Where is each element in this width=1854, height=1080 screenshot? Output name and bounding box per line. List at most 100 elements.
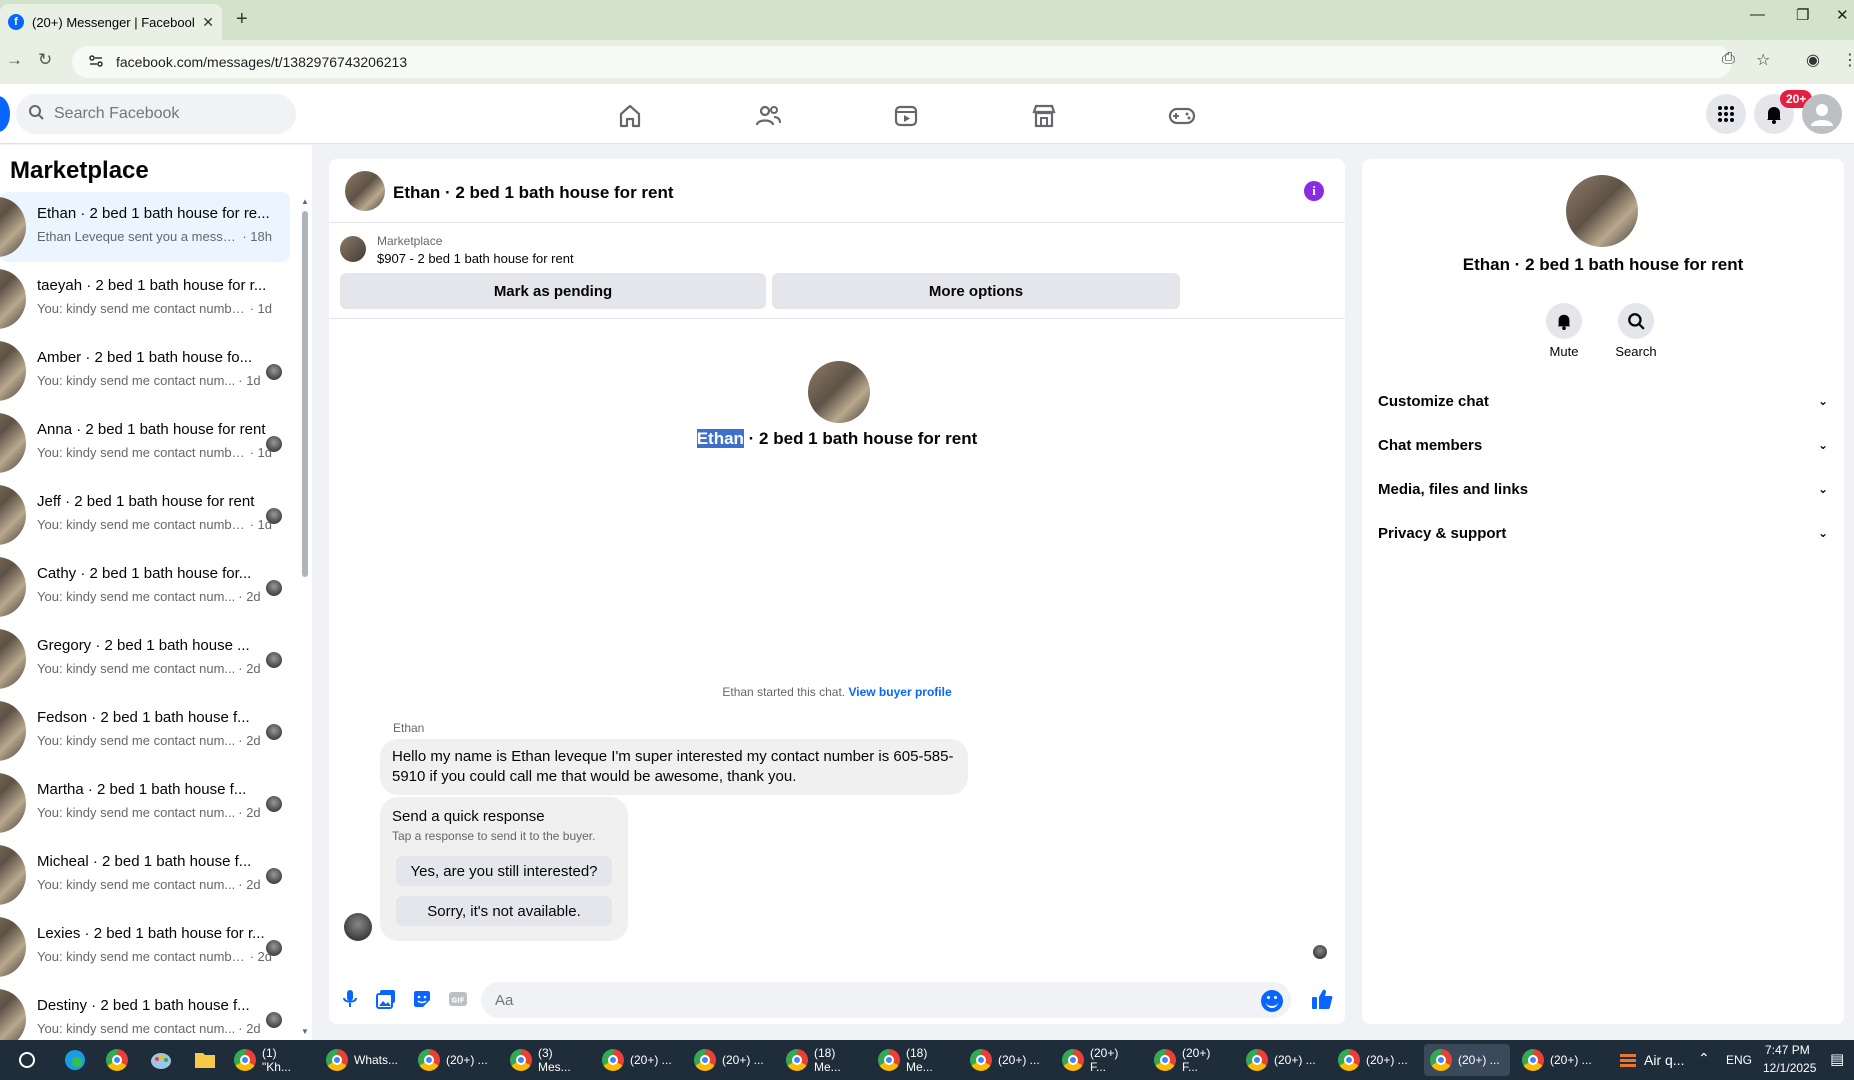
details-avatar[interactable] bbox=[1566, 175, 1638, 247]
mark-as-pending-button[interactable]: Mark as pending bbox=[340, 273, 766, 309]
customize-chat-section[interactable]: Customize chat ⌄ bbox=[1378, 381, 1828, 421]
home-nav-icon[interactable] bbox=[575, 96, 685, 136]
weather-widget[interactable]: Air q... bbox=[1612, 1044, 1690, 1076]
scroll-thumb[interactable] bbox=[302, 211, 308, 577]
scroll-down-icon[interactable]: ▼ bbox=[301, 1027, 309, 1036]
minimize-icon[interactable]: — bbox=[1750, 6, 1765, 23]
gif-icon[interactable]: GIF bbox=[447, 988, 469, 1010]
account-avatar[interactable] bbox=[1802, 94, 1842, 134]
sidebar-scrollbar[interactable]: ▲ ▼ bbox=[301, 197, 309, 1037]
install-app-icon[interactable]: ⎙ bbox=[1722, 50, 1735, 68]
site-settings-icon[interactable] bbox=[88, 53, 104, 72]
message-input[interactable] bbox=[481, 982, 1291, 1018]
close-window-icon[interactable]: ✕ bbox=[1836, 6, 1849, 24]
search-input[interactable] bbox=[54, 105, 274, 123]
listing-title[interactable]: $907 - 2 bed 1 bath house for rent bbox=[377, 251, 574, 266]
browser-tab[interactable]: f (20+) Messenger | Facebook ✕ bbox=[0, 4, 222, 40]
conversation-item[interactable]: Martha · 2 bed 1 bath house f... You: kin… bbox=[0, 768, 290, 838]
gaming-nav-icon[interactable] bbox=[1127, 96, 1237, 136]
scroll-up-icon[interactable]: ▲ bbox=[301, 197, 309, 206]
file-explorer-icon[interactable] bbox=[188, 1044, 222, 1076]
conversation-item[interactable]: Fedson · 2 bed 1 bath house f... You: kin… bbox=[0, 696, 290, 766]
conversation-item[interactable]: Destiny · 2 bed 1 bath house f... You: ki… bbox=[0, 984, 290, 1040]
conversation-item[interactable]: taeyah · 2 bed 1 bath house for r... You:… bbox=[0, 264, 290, 334]
taskbar-window-button[interactable]: (20+) ... bbox=[1240, 1044, 1326, 1076]
facebook-logo-icon[interactable] bbox=[0, 96, 10, 132]
profile-icon[interactable]: ◉ bbox=[1806, 50, 1820, 70]
omnibox[interactable]: facebook.com/messages/t/1382976743206213 bbox=[72, 46, 1732, 78]
taskbar-window-button[interactable]: (18) Me... bbox=[872, 1044, 958, 1076]
conversation-item[interactable]: Gregory · 2 bed 1 bath house ... You: kin… bbox=[0, 624, 290, 694]
chrome-logo-icon bbox=[326, 1049, 348, 1071]
section-label: Privacy & support bbox=[1378, 524, 1507, 542]
conversation-avatar bbox=[0, 557, 26, 617]
forward-icon[interactable]: → bbox=[6, 50, 23, 70]
tray-expand-icon[interactable]: ⌃ bbox=[1698, 1050, 1710, 1067]
clock-date[interactable]: 12/1/2025 bbox=[1763, 1061, 1816, 1075]
preview-text: You: kindy send me contact numbe... bbox=[37, 949, 247, 964]
video-nav-icon[interactable] bbox=[851, 96, 961, 136]
conversation-item[interactable]: Amber · 2 bed 1 bath house fo... You: kin… bbox=[0, 336, 290, 406]
chat-started-note: Ethan started this chat. View buyer prof… bbox=[329, 685, 1345, 699]
marketplace-nav-icon[interactable] bbox=[989, 96, 1099, 136]
taskbar-window-button[interactable]: (20+) ... bbox=[412, 1044, 498, 1076]
sticker-icon[interactable] bbox=[411, 988, 433, 1010]
close-tab-icon[interactable]: ✕ bbox=[202, 14, 214, 31]
conversation-item[interactable]: Lexies · 2 bed 1 bath house for r... You:… bbox=[0, 912, 290, 982]
conversation-item[interactable]: Ethan · 2 bed 1 bath house for re... Etha… bbox=[0, 192, 290, 262]
view-buyer-profile-link[interactable]: View buyer profile bbox=[848, 685, 951, 699]
taskbar-window-button[interactable]: (18) Me... bbox=[780, 1044, 866, 1076]
search-in-conversation-button[interactable]: Search bbox=[1606, 303, 1666, 359]
info-icon[interactable]: i bbox=[1304, 181, 1324, 201]
privacy-support-section[interactable]: Privacy & support ⌄ bbox=[1378, 513, 1828, 553]
chat-members-section[interactable]: Chat members ⌄ bbox=[1378, 425, 1828, 465]
edge-icon[interactable] bbox=[58, 1044, 92, 1076]
clock-time[interactable]: 7:47 PM bbox=[1765, 1043, 1810, 1057]
notification-center-icon[interactable]: ▤ bbox=[1830, 1050, 1844, 1068]
browser-menu-icon[interactable]: ⋮ bbox=[1842, 50, 1854, 70]
bookmark-star-icon[interactable]: ☆ bbox=[1756, 50, 1770, 70]
conversation-item[interactable]: Anna · 2 bed 1 bath house for rent You: k… bbox=[0, 408, 290, 478]
thumbs-up-icon[interactable] bbox=[1311, 988, 1333, 1010]
chat-title[interactable]: Ethan · 2 bed 1 bath house for rent bbox=[393, 183, 674, 203]
chat-avatar[interactable] bbox=[345, 171, 385, 211]
new-tab-icon[interactable]: + bbox=[236, 8, 248, 31]
microphone-icon[interactable] bbox=[339, 988, 361, 1010]
more-options-button[interactable]: More options bbox=[772, 273, 1180, 309]
media-files-links-section[interactable]: Media, files and links ⌄ bbox=[1378, 469, 1828, 509]
photo-icon[interactable] bbox=[375, 988, 397, 1010]
reload-icon[interactable]: ↻ bbox=[38, 50, 52, 70]
conversation-avatar[interactable] bbox=[808, 361, 870, 423]
taskbar-window-button[interactable]: (20+) ... bbox=[688, 1044, 774, 1076]
taskbar-window-button[interactable]: (20+) ... bbox=[596, 1044, 682, 1076]
listing-thumbnail[interactable] bbox=[340, 236, 366, 262]
sender-avatar[interactable] bbox=[344, 913, 372, 941]
message-bubble[interactable]: Hello my name is Ethan leveque I'm super… bbox=[380, 739, 968, 795]
quick-reply-unavailable-button[interactable]: Sorry, it's not available. bbox=[396, 896, 612, 926]
windows-taskbar: (1) "Kh... Whats... (20+) ... (3) Mes... (20… bbox=[0, 1040, 1854, 1080]
menu-grid-icon[interactable] bbox=[1706, 94, 1746, 134]
url-text[interactable]: facebook.com/messages/t/1382976743206213 bbox=[116, 54, 407, 70]
language-indicator[interactable]: ENG bbox=[1726, 1053, 1752, 1067]
emoji-icon[interactable] bbox=[1261, 990, 1283, 1012]
conversation-item[interactable]: Jeff · 2 bed 1 bath house for rent You: k… bbox=[0, 480, 290, 550]
taskbar-window-button[interactable]: Whats... bbox=[320, 1044, 406, 1076]
taskbar-window-button[interactable]: (3) Mes... bbox=[504, 1044, 590, 1076]
taskbar-window-button[interactable]: (20+) F... bbox=[1056, 1044, 1142, 1076]
friends-nav-icon[interactable] bbox=[713, 96, 823, 136]
paint-icon[interactable] bbox=[144, 1044, 178, 1076]
conversation-item[interactable]: Micheal · 2 bed 1 bath house f... You: ki… bbox=[0, 840, 290, 910]
quick-reply-interested-button[interactable]: Yes, are you still interested? bbox=[396, 856, 612, 886]
taskbar-window-button[interactable]: (20+) ... bbox=[964, 1044, 1050, 1076]
mute-button[interactable]: Mute bbox=[1534, 303, 1594, 359]
restore-icon[interactable]: ❐ bbox=[1796, 6, 1809, 24]
taskbar-window-button[interactable]: (20+) ... bbox=[1424, 1044, 1510, 1076]
taskbar-window-button[interactable]: (20+) ... bbox=[1516, 1044, 1602, 1076]
taskbar-window-button[interactable]: (20+) F... bbox=[1148, 1044, 1234, 1076]
facebook-search[interactable] bbox=[16, 94, 296, 134]
taskbar-window-button[interactable]: (20+) ... bbox=[1332, 1044, 1418, 1076]
taskbar-window-button[interactable]: (1) "Kh... bbox=[228, 1044, 314, 1076]
start-search-icon[interactable] bbox=[12, 1044, 42, 1076]
chrome-icon[interactable] bbox=[100, 1044, 134, 1076]
conversation-item[interactable]: Cathy · 2 bed 1 bath house for... You: ki… bbox=[0, 552, 290, 622]
